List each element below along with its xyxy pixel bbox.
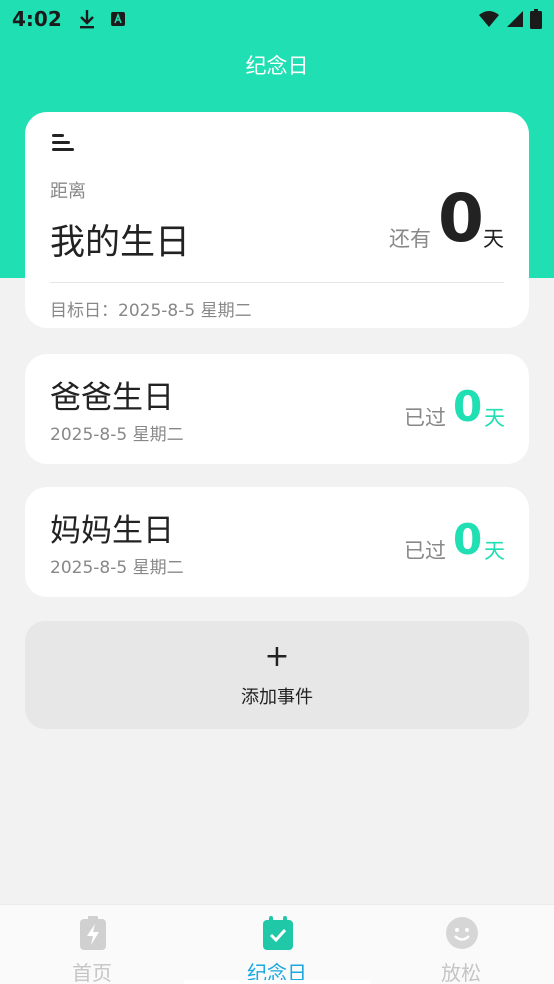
signal-icon bbox=[507, 11, 523, 27]
event-days-count: 0 bbox=[453, 515, 483, 564]
target-date: 目标日：2025-8-5 星期二 bbox=[50, 301, 252, 321]
download-icon bbox=[79, 10, 94, 29]
event-days-unit: 天 bbox=[484, 406, 505, 430]
passed-label: 已过 bbox=[404, 539, 446, 563]
main-days-count: 0 bbox=[438, 180, 484, 257]
event-days-unit: 天 bbox=[484, 539, 505, 563]
menu-icon[interactable] bbox=[51, 132, 75, 152]
font-app-icon bbox=[110, 12, 125, 26]
nav-label-relax: 放松 bbox=[441, 961, 481, 984]
wifi-icon bbox=[479, 11, 499, 27]
nav-item-relax[interactable]: 放松 bbox=[369, 905, 553, 984]
event-days-count: 0 bbox=[453, 382, 483, 431]
nav-item-home[interactable]: 首页 bbox=[0, 905, 184, 984]
passed-label: 已过 bbox=[404, 406, 446, 430]
event-card[interactable]: 妈妈生日 2025-8-5 星期二 已过 0 天 bbox=[25, 487, 529, 597]
add-event-button[interactable]: + 添加事件 bbox=[25, 621, 529, 729]
event-name: 妈妈生日 bbox=[50, 513, 174, 549]
battery-icon bbox=[530, 9, 542, 29]
card-divider bbox=[50, 282, 504, 283]
battery-bolt-icon bbox=[80, 916, 106, 950]
smiley-icon bbox=[446, 917, 478, 949]
event-card[interactable]: 爸爸生日 2025-8-5 星期二 已过 0 天 bbox=[25, 354, 529, 464]
main-event-name: 我的生日 bbox=[50, 223, 191, 263]
status-bar: 4:02 bbox=[0, 0, 554, 38]
bottom-nav: 首页 纪念日 放松 bbox=[0, 904, 554, 984]
nav-label-home: 首页 bbox=[72, 961, 112, 984]
event-date: 2025-8-5 星期二 bbox=[50, 425, 184, 445]
nav-item-anniversary[interactable]: 纪念日 bbox=[185, 905, 369, 984]
event-date: 2025-8-5 星期二 bbox=[50, 558, 184, 578]
home-indicator bbox=[184, 980, 370, 984]
plus-icon: + bbox=[264, 639, 290, 674]
calendar-check-icon bbox=[263, 916, 293, 950]
status-time: 4:02 bbox=[12, 7, 62, 31]
distance-label: 距离 bbox=[50, 181, 86, 202]
add-event-label: 添加事件 bbox=[241, 687, 313, 708]
page-title: 纪念日 bbox=[245, 54, 309, 78]
remaining-label: 还有 bbox=[389, 227, 431, 251]
main-days-unit: 天 bbox=[483, 227, 504, 251]
event-name: 爸爸生日 bbox=[50, 380, 174, 416]
